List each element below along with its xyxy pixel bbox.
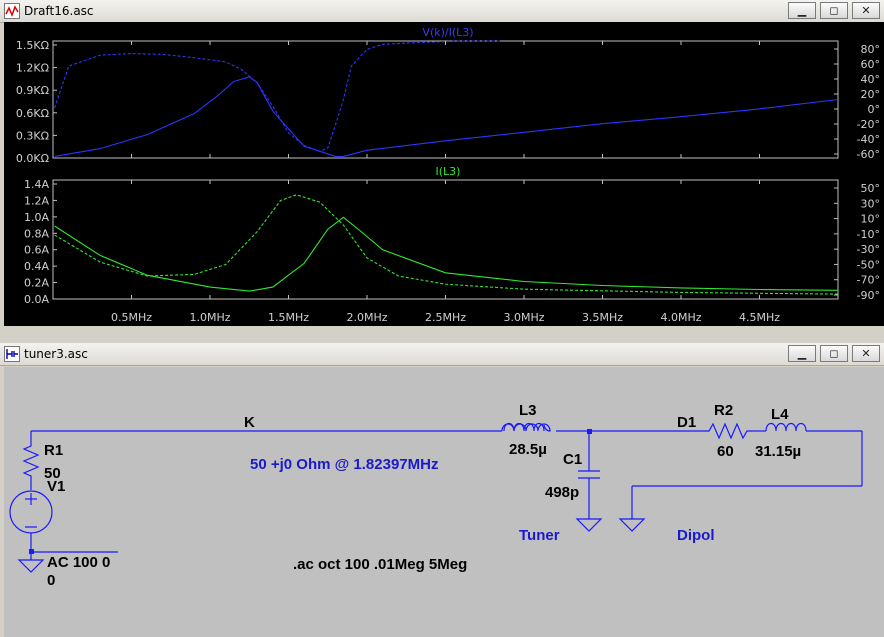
r2-name[interactable]: R2 bbox=[714, 402, 733, 419]
tuner-label[interactable]: Tuner bbox=[519, 527, 560, 544]
l4-name[interactable]: L4 bbox=[771, 406, 789, 423]
schematic-icon bbox=[4, 346, 20, 362]
ground-icon bbox=[618, 518, 646, 532]
close-button[interactable]: ✕ bbox=[852, 345, 880, 362]
sim-directive[interactable]: .ac oct 100 .01Meg 5Meg bbox=[293, 556, 467, 573]
x-tick-label: 1.5MHz bbox=[268, 311, 309, 324]
bottom-y-tick: 0.0A bbox=[24, 293, 49, 306]
ground-icon bbox=[17, 559, 45, 573]
schematic-drawing[interactable]: K D1 R1 50 V1 AC 100 0 0 L3 28.5µ C1 498… bbox=[0, 0, 880, 589]
l4-value[interactable]: 31.15µ bbox=[755, 443, 801, 460]
net-label-k[interactable]: K bbox=[244, 414, 255, 431]
v1-ac-value[interactable]: AC 100 0 bbox=[47, 554, 110, 571]
impedance-note[interactable]: 50 +j0 Ohm @ 1.82397MHz bbox=[250, 456, 438, 473]
c1-name[interactable]: C1 bbox=[563, 451, 582, 468]
x-tick-label: 2.0MHz bbox=[346, 311, 387, 324]
x-tick-label: 3.5MHz bbox=[582, 311, 623, 324]
x-tick-label: 1.0MHz bbox=[189, 311, 230, 324]
ground-icon bbox=[575, 518, 603, 532]
dipol-label[interactable]: Dipol bbox=[677, 527, 715, 544]
bottom-y2-tick: -70° bbox=[857, 274, 880, 287]
x-tick-label: 4.5MHz bbox=[739, 311, 780, 324]
schematic-window-titlebar[interactable]: tuner3.asc ▁ ◻ ✕ bbox=[0, 343, 884, 366]
restore-button[interactable]: ◻ bbox=[820, 345, 848, 362]
r1-name[interactable]: R1 bbox=[44, 442, 63, 459]
x-tick-label: 0.5MHz bbox=[111, 311, 152, 324]
resistor-r2[interactable] bbox=[704, 422, 752, 440]
schematic-window-title: tuner3.asc bbox=[24, 347, 88, 361]
x-tick-label: 4.0MHz bbox=[660, 311, 701, 324]
v1-name[interactable]: V1 bbox=[47, 478, 65, 495]
inductor-l4[interactable] bbox=[765, 422, 807, 432]
v1-dc-value[interactable]: 0 bbox=[47, 572, 55, 589]
junction-dot bbox=[29, 549, 34, 554]
x-tick-label: 3.0MHz bbox=[503, 311, 544, 324]
x-tick-label: 2.5MHz bbox=[425, 311, 466, 324]
resistor-r1[interactable] bbox=[22, 440, 40, 482]
bottom-y-tick: 0.2A bbox=[24, 277, 49, 290]
net-label-d1[interactable]: D1 bbox=[677, 414, 696, 431]
schematic-canvas[interactable]: K D1 R1 50 V1 AC 100 0 0 L3 28.5µ C1 498… bbox=[4, 367, 884, 637]
bottom-y2-tick: -90° bbox=[857, 289, 880, 302]
minimize-button[interactable]: ▁ bbox=[788, 345, 816, 362]
c1-value[interactable]: 498p bbox=[545, 484, 579, 501]
junction-dot bbox=[587, 429, 592, 434]
l3-value[interactable]: 28.5µ bbox=[509, 441, 547, 458]
r2-value[interactable]: 60 bbox=[717, 443, 734, 460]
l3-name[interactable]: L3 bbox=[519, 402, 537, 419]
